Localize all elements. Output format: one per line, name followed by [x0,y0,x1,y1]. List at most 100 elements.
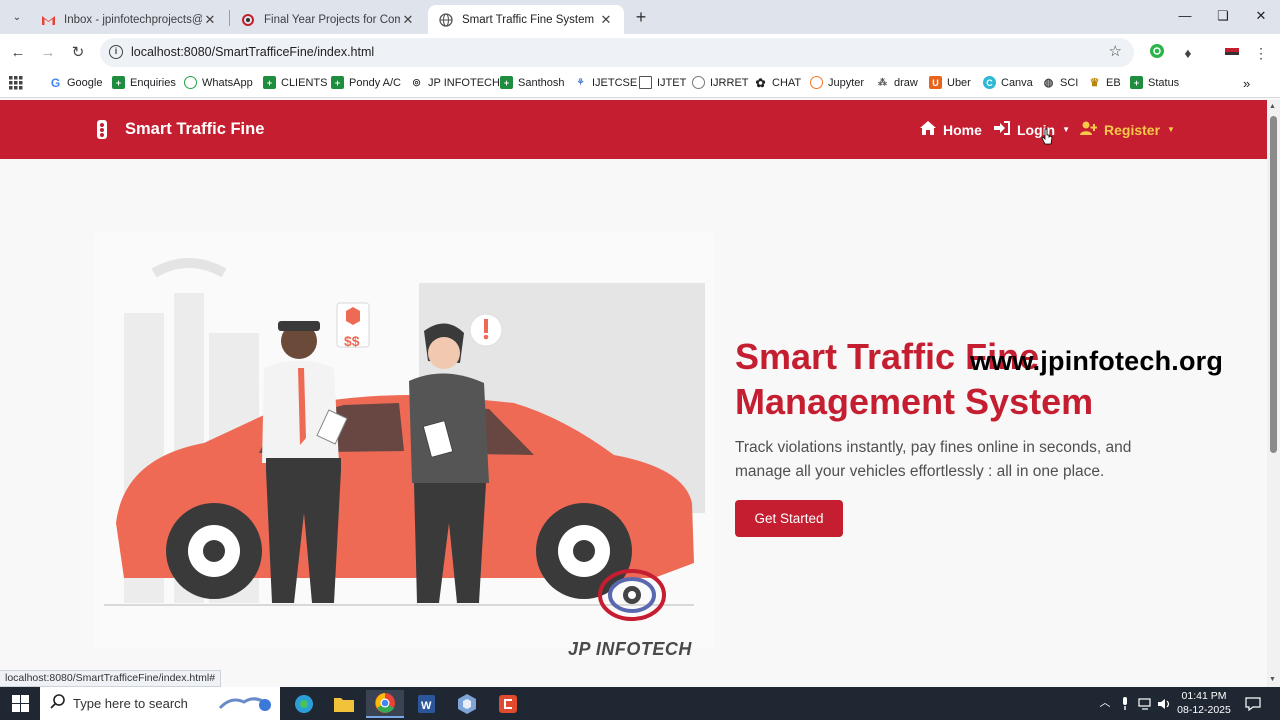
gmail-icon [40,12,56,28]
tab-smart-traffic[interactable]: Smart Traffic Fine System ✕ [428,5,624,34]
forward-icon[interactable]: → [37,42,59,64]
site-brand[interactable]: Smart Traffic Fine [97,120,264,139]
close-icon[interactable]: ✕ [598,12,614,28]
bookmark-ijetcse[interactable]: ⚘ IJETCSE [574,76,637,89]
nav-login-dropdown[interactable]: Login ▼ [994,121,1070,138]
browser-toolbar: ← → ↻ i localhost:8080/SmartTrafficeFine… [0,34,1280,70]
bookmark-chat[interactable]: ✿ CHAT [754,76,802,90]
jupyter-icon [810,76,823,89]
link-status-preview: localhost:8080/SmartTrafficeFine/index.h… [0,670,222,687]
bookmark-enquiries[interactable]: + Enquiries [112,76,176,89]
tab-search-menu-icon[interactable]: ⌄ [6,6,28,28]
nav-home-label: Home [943,121,982,138]
taskbar-app-icon[interactable] [489,690,527,718]
clock-date: 08-12-2025 [1177,704,1231,716]
search-icon [50,694,65,713]
bookmark-label: EB [1106,76,1121,89]
taskbar-edge-icon[interactable] [285,690,323,718]
extensions-puzzle-icon[interactable]: ♦ [1178,43,1198,63]
nav-register-label: Register [1104,121,1161,138]
bookmark-santhosh[interactable]: + Santhosh [500,76,564,89]
site-info-icon[interactable]: i [109,45,123,59]
document-icon [639,76,652,89]
bookmark-label: Canva [1001,76,1033,89]
search-placeholder: Type here to search [73,696,188,711]
nav-home[interactable]: Home [920,121,982,138]
bookmark-clients[interactable]: + CLIENTS [263,76,327,89]
tray-network-icon[interactable] [1136,687,1154,720]
close-icon[interactable]: ✕ [400,12,416,28]
windows-start-icon[interactable] [0,687,40,720]
sheets-icon: + [500,76,513,89]
bookmark-whatsapp[interactable]: WhatsApp [184,76,253,89]
bookmark-label: Santhosh [518,76,565,89]
taskbar-search-box[interactable]: Type here to search [40,687,280,720]
bookmark-draw[interactable]: ⁂ draw [876,76,918,89]
taskbar-clock[interactable]: 01:41 PM 08-12-2025 [1168,689,1240,717]
nav-register-dropdown[interactable]: Register ▼ [1080,121,1175,138]
scrollbar-thumb[interactable] [1270,116,1277,453]
bookmark-status[interactable]: + Status [1130,76,1179,89]
svg-text:$$: $$ [344,333,360,349]
whatsapp-icon [184,76,197,89]
tray-chevron-up-icon[interactable]: ︿ [1096,687,1114,720]
bookmark-google[interactable]: G Google [49,76,103,90]
apps-grid-icon[interactable] [9,76,23,90]
profile-avatar-icon[interactable] [1222,43,1242,63]
home-icon [920,121,936,138]
bookmark-ijrret[interactable]: IJRRET [692,76,749,89]
taskbar-virtualbox-icon[interactable] [448,690,486,718]
canva-icon: C [983,76,996,89]
tab-jp-infotech[interactable]: Final Year Projects for Compute ✕ [230,5,426,34]
extension-sync-icon[interactable] [1147,43,1167,63]
address-url[interactable]: localhost:8080/SmartTrafficeFine/index.h… [131,45,374,59]
back-icon[interactable]: ← [7,42,29,64]
page-scrollbar[interactable]: ▲ ▼ [1267,100,1280,687]
bookmark-jupyter[interactable]: Jupyter [810,76,864,89]
svg-text:W: W [421,700,432,712]
bookmark-label: IJRRET [710,76,749,89]
bookmark-sci[interactable]: ◍ SCI [1042,76,1079,90]
close-window-icon[interactable]: ✕ [1242,0,1280,34]
bookmark-uber[interactable]: U Uber [929,76,971,89]
taskbar-chrome-icon[interactable] [366,690,404,718]
more-bookmarks-icon[interactable]: » [1243,76,1250,91]
reload-icon[interactable]: ↻ [67,42,89,64]
bookmark-label: IJETCSE [592,76,638,89]
journal-icon: ⚘ [576,77,585,87]
journal-icon [692,76,705,89]
bookmark-label: Google [67,76,103,89]
tab-gmail[interactable]: Inbox - jpinfotechprojects@gm ✕ [30,5,228,34]
bookmark-label: Uber [947,76,971,89]
brand-title: Smart Traffic Fine [125,120,265,138]
close-icon[interactable]: ✕ [202,12,218,28]
bookmark-eb[interactable]: ♛ EB [1088,76,1121,90]
minimize-icon[interactable]: — [1166,0,1204,34]
bookmark-jp-infotech[interactable]: ◎ JP INFOTECH [410,76,500,89]
bookmark-canva[interactable]: C Canva [983,76,1033,89]
restore-icon[interactable]: ❏ [1204,0,1242,34]
tray-mic-icon[interactable] [1116,687,1134,720]
get-started-button[interactable]: Get Started [735,500,843,537]
globe-icon [438,12,454,28]
taskbar-file-explorer-icon[interactable] [325,690,363,718]
scroll-down-icon[interactable]: ▼ [1269,676,1276,683]
new-tab-button[interactable]: + [630,6,652,28]
bookmark-ijtet[interactable]: IJTET [639,76,686,89]
more-menu-icon[interactable]: ⋮ [1251,43,1271,63]
tab-title: Final Year Projects for Compute [264,13,400,26]
bookmark-pondy[interactable]: + Pondy A/C [331,76,401,89]
sheets-icon: + [1130,76,1143,89]
bookmark-star-icon[interactable]: ☆ [1109,42,1122,60]
notifications-icon[interactable] [1242,687,1264,720]
emblem-icon: ♛ [1089,77,1100,89]
jp-logo-icon: ◎ [412,77,421,87]
sheets-icon: + [112,76,125,89]
bookmark-label: CHAT [772,76,802,89]
search-highlight-icon [216,692,274,717]
address-bar[interactable]: i localhost:8080/SmartTrafficeFine/index… [100,38,1134,67]
bookmark-label: WhatsApp [202,76,253,89]
scroll-up-icon[interactable]: ▲ [1269,103,1276,110]
draw-icon: ⁂ [878,77,887,87]
taskbar-word-icon[interactable]: W [407,690,445,718]
